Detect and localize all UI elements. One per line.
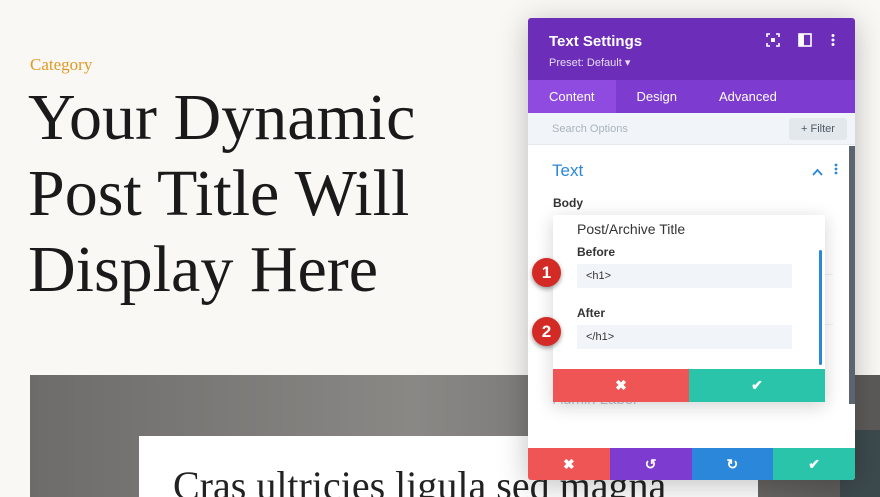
before-label: Before [577, 245, 616, 259]
chevron-up-icon[interactable] [812, 165, 823, 179]
save-button[interactable]: ✔ [773, 448, 855, 480]
section-title-text[interactable]: Text [552, 161, 583, 181]
search-options-input[interactable]: Search Options [552, 123, 628, 135]
body-label: Body [553, 196, 583, 210]
section-more-icon[interactable] [834, 163, 838, 178]
panel-header[interactable]: Text Settings Preset: Default ▾ [528, 18, 855, 80]
search-row: Search Options + Filter [528, 113, 855, 145]
post-title: Your Dynamic Post Title Will Display Her… [28, 81, 416, 306]
popup-title: Post/Archive Title [577, 221, 686, 237]
tab-advanced[interactable]: Advanced [698, 80, 798, 113]
popup-scrollbar[interactable] [819, 250, 822, 365]
after-label: After [577, 306, 606, 320]
step-marker-2: 2 [532, 317, 561, 346]
popup-footer: ✖ ✔ [553, 369, 825, 402]
panel-scrollbar[interactable] [849, 146, 855, 404]
more-icon[interactable] [825, 33, 841, 49]
dynamic-content-popup: Post/Archive Title Before After ✖ ✔ [553, 215, 825, 402]
redo-button[interactable]: ↻ [691, 448, 774, 480]
popup-confirm-button[interactable]: ✔ [689, 369, 825, 402]
post-category: Category [30, 55, 93, 74]
panel-footer: ✖ ↺ ↻ ✔ [528, 448, 855, 480]
step-marker-1: 1 [532, 258, 561, 287]
fullscreen-icon[interactable] [765, 33, 781, 49]
undo-button[interactable]: ↺ [609, 448, 692, 480]
tab-design[interactable]: Design [616, 80, 698, 113]
preset-selector[interactable]: Preset: Default ▾ [549, 56, 630, 69]
panel-title: Text Settings [549, 33, 643, 50]
before-input[interactable] [577, 264, 792, 288]
filter-button[interactable]: + Filter [789, 118, 847, 140]
split-view-icon[interactable] [797, 33, 813, 49]
panel-tabs: Content Design Advanced [528, 80, 855, 113]
after-input[interactable] [577, 325, 792, 349]
discard-button[interactable]: ✖ [528, 448, 610, 480]
popup-cancel-button[interactable]: ✖ [553, 369, 689, 402]
tab-content[interactable]: Content [528, 80, 616, 113]
